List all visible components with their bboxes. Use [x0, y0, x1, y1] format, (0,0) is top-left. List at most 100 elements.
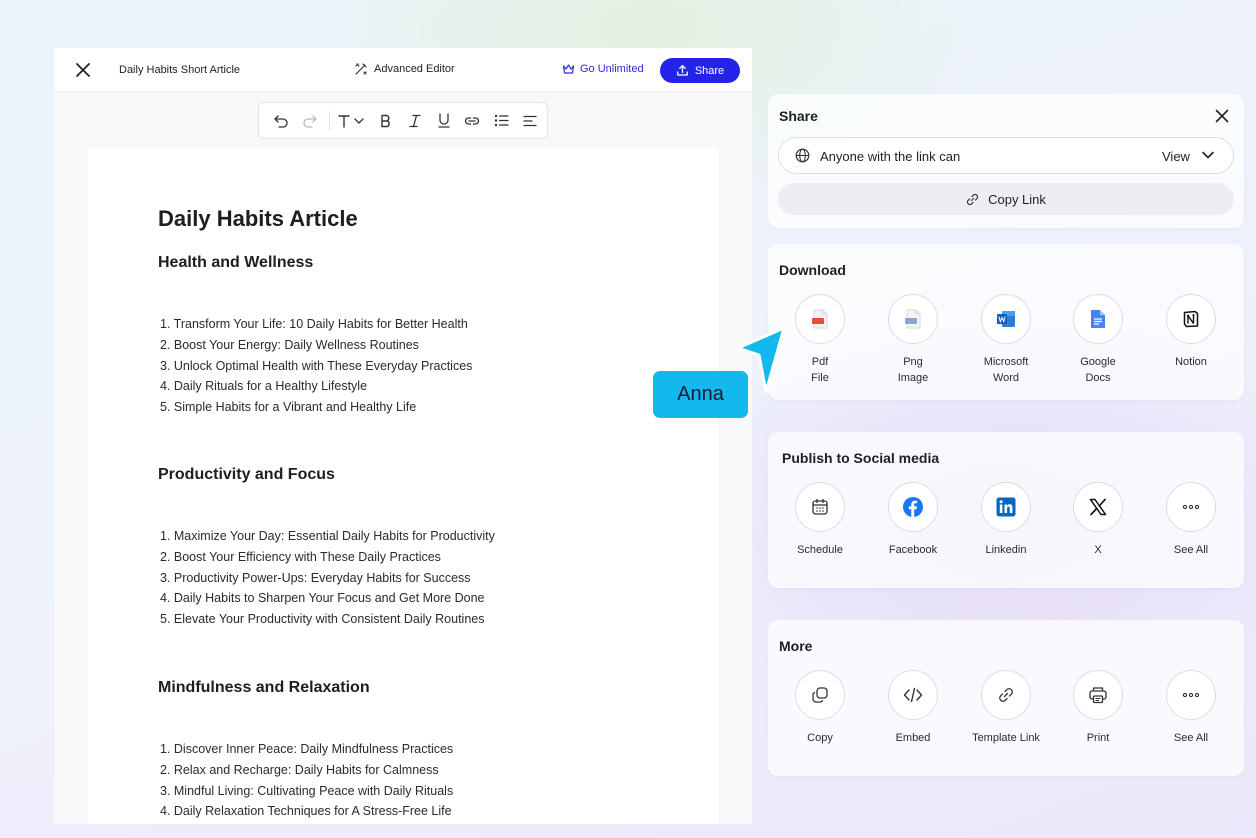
more-card: More Copy Embed Template Link Print See …: [768, 620, 1244, 776]
text-style-icon: [338, 114, 365, 128]
icon-circle: [981, 482, 1031, 532]
icon-circle: [888, 482, 938, 532]
facebook-button[interactable]: Facebook: [867, 482, 959, 558]
list-item: 4. Daily Habits to Sharpen Your Focus an…: [160, 591, 485, 606]
download-word-label: Microsoft Word: [960, 354, 1052, 386]
label-line: Notion: [1175, 356, 1207, 368]
list-item: 1. Discover Inner Peace: Daily Mindfulne…: [160, 742, 454, 756]
list-item: 3. Productivity Power-Ups: Everyday Habi…: [160, 570, 471, 585]
section-list: 1. Transform Your Life: 10 Daily Habits …: [160, 314, 472, 418]
printer-icon: [1089, 687, 1107, 704]
link-access-label: Anyone with the link can: [820, 149, 961, 164]
icon-circle: [1166, 670, 1216, 720]
download-card: Download Pdf File Png Image Microsoft Wo…: [768, 244, 1244, 400]
link-access-value: View: [1162, 149, 1190, 164]
social-options: Schedule Facebook Linkedin X See All: [768, 482, 1244, 582]
download-png-label: Png Image: [867, 354, 959, 386]
icon-circle: [795, 482, 845, 532]
icon-circle: [1073, 294, 1123, 344]
list-item: 5. Simple Habits for a Vibrant and Healt…: [160, 400, 417, 415]
section-heading: Health and Wellness: [158, 254, 314, 271]
download-card-title: Download: [779, 262, 846, 278]
pdf-file-icon: [812, 309, 828, 329]
bullet-list-icon: [494, 114, 509, 127]
underline-icon: [438, 113, 450, 128]
more-dots-icon: [1182, 692, 1200, 698]
list-item: 2. Relax and Recharge: Daily Habits for …: [160, 762, 439, 777]
download-notion-button[interactable]: Notion: [1145, 294, 1237, 370]
copy-link-button[interactable]: Copy Link: [778, 183, 1234, 215]
label-line: Image: [897, 372, 929, 384]
list-item: 4. Daily Relaxation Techniques for A Str…: [160, 804, 452, 819]
more-card-title: More: [779, 638, 813, 654]
editor-topbar: Daily Habits Short Article Advanced Edit…: [54, 48, 752, 92]
more-see-all-button[interactable]: See All: [1145, 670, 1237, 746]
link-access-dropdown[interactable]: Anyone with the link can View: [778, 137, 1234, 174]
icon-circle: [981, 670, 1031, 720]
linkedin-label: Linkedin: [985, 544, 1027, 556]
x-button[interactable]: X: [1052, 482, 1144, 558]
download-options: Pdf File Png Image Microsoft Word Google…: [768, 294, 1244, 394]
list-item: 3. Unlock Optimal Health with These Ever…: [160, 358, 473, 373]
section-list: 1. Discover Inner Peace: Daily Mindfulne…: [160, 739, 453, 822]
link-icon: [465, 116, 480, 125]
label-line: Microsoft: [983, 356, 1029, 368]
print-button[interactable]: Print: [1052, 670, 1144, 746]
download-notion-label: Notion: [1145, 354, 1237, 370]
icon-circle: [1073, 482, 1123, 532]
bullet-list-button[interactable]: [489, 109, 513, 133]
facebook-label: Facebook: [888, 544, 938, 556]
copy-icon: [812, 687, 828, 703]
embed-button[interactable]: Embed: [867, 670, 959, 746]
icon-circle: [795, 670, 845, 720]
social-see-all-button[interactable]: See All: [1145, 482, 1237, 558]
link-icon: [999, 688, 1013, 702]
document-title: Daily Habits Short Article: [119, 64, 241, 76]
close-icon[interactable]: [1214, 108, 1230, 124]
x-logo-icon: [1089, 498, 1107, 516]
link-button[interactable]: [461, 109, 485, 133]
download-google-docs-label: Google Docs: [1052, 354, 1144, 386]
italic-button[interactable]: [403, 109, 427, 133]
download-png-button[interactable]: Png Image: [867, 294, 959, 386]
formatting-toolbar: [258, 102, 548, 139]
globe-icon: [795, 148, 810, 163]
underline-button[interactable]: [432, 109, 456, 133]
advanced-editor-button[interactable]: Advanced Editor: [354, 62, 455, 76]
go-unlimited-link[interactable]: Go Unlimited: [562, 63, 644, 75]
copy-button[interactable]: Copy: [774, 670, 866, 746]
italic-icon: [409, 114, 421, 127]
upload-icon: [676, 64, 688, 76]
list-item: 2. Boost Your Energy: Daily Wellness Rou…: [160, 337, 419, 352]
share-button[interactable]: Share: [660, 58, 740, 83]
download-word-button[interactable]: Microsoft Word: [960, 294, 1052, 386]
toolbar-divider: [328, 110, 330, 131]
linkedin-button[interactable]: Linkedin: [960, 482, 1052, 558]
list-item: 1. Maximize Your Day: Essential Daily Ha…: [160, 529, 495, 543]
document-page[interactable]: Daily Habits Article Health and Wellness…: [88, 148, 718, 824]
text-style-dropdown[interactable]: [336, 109, 370, 133]
copy-link-label: Copy Link: [988, 191, 1046, 207]
link-icon: [967, 193, 979, 205]
section-heading: Productivity and Focus: [158, 466, 335, 483]
icon-circle: [888, 670, 938, 720]
bold-icon: [381, 114, 390, 127]
label-line: Docs: [1085, 372, 1111, 384]
download-google-docs-button[interactable]: Google Docs: [1052, 294, 1144, 386]
align-button[interactable]: [518, 109, 542, 133]
schedule-button[interactable]: Schedule: [774, 482, 866, 558]
icon-circle: [1073, 670, 1123, 720]
bold-button[interactable]: [374, 109, 398, 133]
advanced-editor-label: Advanced Editor: [374, 63, 455, 75]
template-link-button[interactable]: Template Link: [960, 670, 1052, 746]
undo-icon: [274, 114, 288, 128]
redo-button[interactable]: [298, 109, 322, 133]
crown-icon: [562, 64, 575, 74]
close-icon[interactable]: [74, 61, 92, 79]
list-item: 5. Elevate Your Productivity with Consis…: [160, 612, 485, 627]
more-see-all-label: See All: [1173, 732, 1209, 744]
facebook-icon: [903, 497, 923, 517]
embed-label: Embed: [895, 732, 931, 744]
google-docs-icon: [1091, 310, 1105, 328]
undo-button[interactable]: [269, 109, 293, 133]
